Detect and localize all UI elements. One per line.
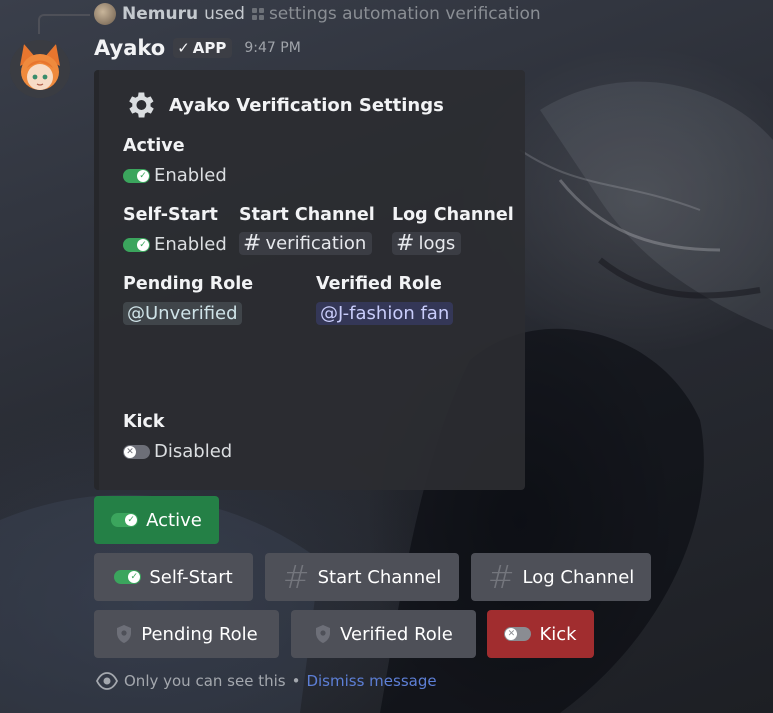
hash-icon: # — [396, 230, 415, 256]
kick-button-label: Kick — [539, 623, 577, 645]
kick-button[interactable]: ✕ Kick — [487, 610, 594, 658]
field-label-self-start: Self-Start — [123, 205, 218, 225]
verified-role-button[interactable]: Verified Role — [291, 610, 476, 658]
toggle-on-icon: ✓ — [114, 570, 142, 584]
field-label-verified-role: Verified Role — [316, 274, 442, 294]
toggle-on-icon: ✓ — [111, 513, 139, 527]
bot-avatar[interactable] — [10, 40, 70, 98]
field-value-pending-role: @Unverified — [123, 302, 242, 325]
start-channel-button[interactable]: # Start Channel — [265, 553, 459, 601]
shield-icon — [316, 625, 331, 643]
channel-mention-text: verification — [265, 233, 367, 254]
reply-reference[interactable]: Nemuru used settings automation verifica… — [94, 3, 541, 25]
app-badge-label: APP — [192, 39, 227, 57]
app-command-icon — [251, 8, 264, 20]
fox-girl-avatar-icon — [10, 40, 70, 98]
field-value-start-channel: # verification — [239, 230, 373, 256]
pending-role-button-label: Pending Role — [141, 623, 258, 645]
embed-title-text: Ayako Verification Settings — [169, 94, 444, 116]
pending-role-button[interactable]: Pending Role — [94, 610, 279, 658]
field-value-active: ✓ Enabled — [123, 165, 227, 186]
ephemeral-notice-text: Only you can see this — [124, 672, 286, 690]
embed-title: Ayako Verification Settings — [123, 88, 444, 122]
shield-icon — [117, 625, 132, 643]
field-label-kick: Kick — [123, 412, 165, 432]
hash-icon: # — [243, 230, 262, 256]
self-start-button-label: Self-Start — [149, 566, 233, 588]
field-label-pending-role: Pending Role — [123, 274, 254, 294]
field-label-start-channel: Start Channel — [239, 205, 375, 225]
role-mention-verified[interactable]: @J-fashion fan — [316, 302, 454, 325]
field-value-log-channel: # logs — [392, 230, 462, 256]
gear-icon — [129, 92, 154, 118]
reply-command-text: settings automation verification — [268, 4, 541, 24]
channel-mention-logs[interactable]: # logs — [392, 230, 462, 256]
hash-icon: # — [282, 558, 310, 596]
reply-action: used — [204, 4, 245, 24]
ephemeral-separator: • — [291, 672, 301, 690]
bot-username[interactable]: Ayako — [94, 36, 165, 60]
settings-embed: Ayako Verification Settings Active ✓ Ena… — [94, 70, 525, 490]
reply-connector — [38, 14, 90, 34]
dismiss-message-link[interactable]: Dismiss message — [306, 672, 436, 690]
self-start-button[interactable]: ✓ Self-Start — [94, 553, 253, 601]
message-header: Ayako ✓ APP 9:47 PM — [94, 36, 301, 60]
ephemeral-notice: Only you can see this • Dismiss message — [96, 672, 437, 690]
field-value-active-text: Enabled — [154, 165, 227, 186]
checkmark-icon: ✓ — [177, 39, 190, 57]
field-value-kick: ✕ Disabled — [123, 441, 232, 462]
log-channel-button[interactable]: # Log Channel — [471, 553, 651, 601]
active-button[interactable]: ✓ Active — [94, 496, 219, 544]
hash-icon: # — [487, 558, 515, 596]
app-badge: ✓ APP — [173, 38, 233, 58]
field-value-verified-role: @J-fashion fan — [316, 302, 454, 325]
eye-icon — [96, 672, 118, 690]
field-value-kick-text: Disabled — [154, 441, 233, 462]
field-value-self-start: ✓ Enabled — [123, 234, 227, 255]
toggle-off-icon: ✕ — [123, 444, 150, 459]
channel-mention-verification[interactable]: # verification — [239, 230, 373, 256]
verified-role-button-label: Verified Role — [340, 623, 453, 645]
reply-avatar[interactable] — [94, 3, 116, 25]
start-channel-button-label: Start Channel — [317, 566, 442, 588]
timestamp[interactable]: 9:47 PM — [244, 40, 300, 56]
toggle-off-icon: ✕ — [504, 627, 532, 641]
field-value-self-start-text: Enabled — [154, 234, 227, 255]
field-label-active: Active — [123, 136, 185, 156]
active-button-label: Active — [146, 509, 202, 531]
reply-username[interactable]: Nemuru — [122, 4, 198, 24]
role-mention-unverified[interactable]: @Unverified — [123, 302, 242, 325]
channel-mention-text: logs — [418, 233, 456, 254]
toggle-on-icon: ✓ — [123, 168, 150, 183]
log-channel-button-label: Log Channel — [522, 566, 635, 588]
reply-command[interactable]: settings automation verification — [251, 4, 541, 24]
toggle-on-icon: ✓ — [123, 237, 150, 252]
field-label-log-channel: Log Channel — [392, 205, 514, 225]
